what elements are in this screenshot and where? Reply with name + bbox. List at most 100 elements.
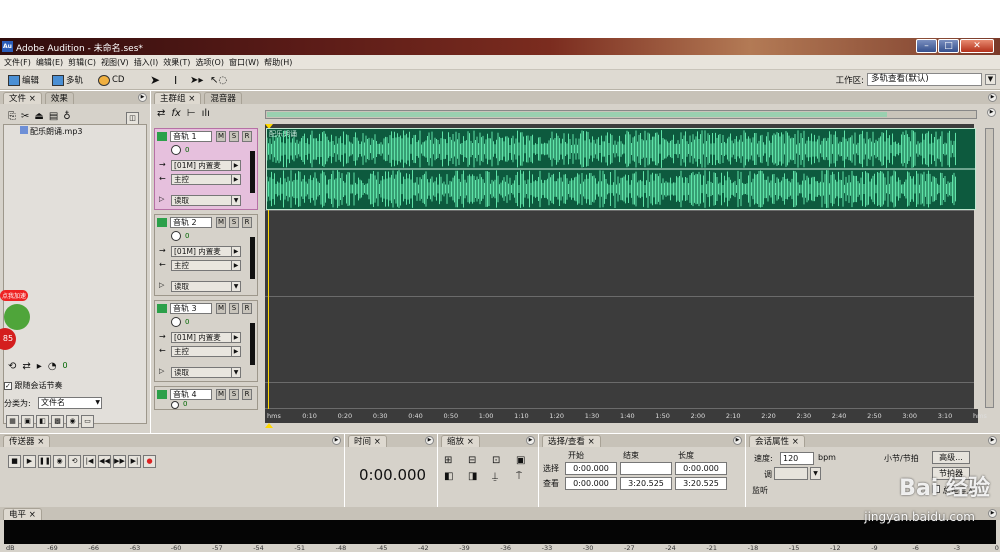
selection-end-field[interactable] — [620, 462, 672, 475]
view-start-field[interactable]: 0:00.000 — [565, 477, 617, 490]
track-output-select[interactable]: 主控 ▶ — [171, 346, 241, 357]
view-end-field[interactable]: 3:20.525 — [620, 477, 672, 490]
zoom-out-horizontal-icon[interactable]: ⊟ — [468, 455, 484, 466]
sort-select[interactable]: 文件名 ▼ — [38, 397, 102, 409]
track-header-1[interactable]: 音轨 1 M S R 0 → [01M] 内置麦 ▶ ← 主控 ▶ ▷ 读取 ▼ — [154, 128, 258, 210]
view-midi-icon[interactable]: ◉ — [66, 415, 79, 428]
volume-knob[interactable] — [171, 401, 179, 409]
tab-files[interactable]: 文件 × — [3, 92, 42, 104]
tab-level[interactable]: 电平 × — [3, 508, 42, 520]
zoom-out-vertical-icon[interactable]: ⍑ — [516, 471, 532, 482]
zoom-menu-icon[interactable]: ▶ — [987, 108, 996, 117]
view-video-icon[interactable]: ▩ — [51, 415, 64, 428]
tab-selection-view[interactable]: 选择/查看 × — [542, 435, 601, 447]
edit-file-icon[interactable]: ▤ — [49, 111, 58, 122]
file-item[interactable]: 配乐朗诵.mp3 — [4, 125, 146, 137]
play-icon[interactable]: ▸ — [37, 361, 42, 372]
tab-mixer[interactable]: 混音器 — [204, 92, 242, 104]
track-output-select[interactable]: 主控 ▶ — [171, 174, 241, 185]
rewind-icon[interactable]: ◀◀ — [98, 455, 111, 468]
tab-effects[interactable]: 效果 — [44, 92, 74, 104]
expand-icon[interactable]: ▷ — [159, 281, 164, 289]
record-button[interactable]: R — [242, 303, 252, 314]
move-tool[interactable]: ➤ — [150, 73, 160, 87]
expand-icon[interactable]: ▷ — [159, 195, 164, 203]
tempo-field[interactable]: 120 — [780, 452, 814, 465]
track-lane-4[interactable] — [265, 383, 974, 409]
zoom-left-icon[interactable]: ◧ — [444, 471, 460, 482]
zoom-in-vertical-icon[interactable]: ⍊ — [492, 471, 508, 482]
panel-menu-icon[interactable]: ▶ — [988, 509, 997, 518]
tab-session-properties[interactable]: 会话属性 × — [749, 435, 805, 447]
tab-time[interactable]: 时间 × — [348, 435, 387, 447]
track-input-select[interactable]: [01M] 内置麦 ▶ — [171, 246, 241, 257]
solo-button[interactable]: S — [229, 389, 239, 400]
horizontal-scroll-thumb[interactable] — [267, 112, 887, 117]
track-input-select[interactable]: [01M] 内置麦 ▶ — [171, 160, 241, 171]
solo-button[interactable]: S — [229, 217, 239, 228]
track-name-field[interactable]: 音轨 1 — [170, 131, 212, 142]
track-header-2[interactable]: 音轨 2 M S R 0 → [01M] 内置麦 ▶ ← 主控 ▶ ▷ 读取 ▼ — [154, 214, 258, 296]
close-file-icon[interactable]: ✂ — [21, 111, 29, 122]
minimize-button[interactable]: – — [916, 39, 937, 53]
track-output-select[interactable]: 主控 ▶ — [171, 260, 241, 271]
track-input-select[interactable]: [01M] 内置麦 ▶ — [171, 332, 241, 343]
tab-zoom[interactable]: 缩放 × — [441, 435, 480, 447]
panel-menu-icon[interactable]: ▶ — [526, 436, 535, 445]
time-selection-tool[interactable]: I — [174, 73, 177, 87]
zoom-selection-icon[interactable]: ▣ — [516, 455, 532, 466]
cd-view-button[interactable]: CD — [98, 73, 124, 87]
selection-length-field[interactable]: 0:00.000 — [675, 462, 727, 475]
track-header-4[interactable]: 音轨 4 M S R 0 — [154, 386, 258, 410]
loop-icon[interactable]: ⟲ — [68, 455, 81, 468]
track-automation-select[interactable]: 读取 ▼ — [171, 195, 241, 206]
tab-main-group[interactable]: 主群组 × — [154, 92, 202, 104]
selection-start-field[interactable]: 0:00.000 — [565, 462, 617, 475]
record-button[interactable]: R — [242, 217, 252, 228]
maximize-button[interactable]: □ — [938, 39, 959, 53]
stop-icon[interactable]: ■ — [8, 455, 21, 468]
track-header-3[interactable]: 音轨 3 M S R 0 → [01M] 内置麦 ▶ ← 主控 ▶ ▷ 读取 ▼ — [154, 300, 258, 382]
follow-tempo-checkbox[interactable]: ✓ — [4, 382, 12, 390]
expand-icon[interactable]: ▷ — [159, 367, 164, 375]
insert-icon[interactable]: ⏏ — [34, 111, 43, 122]
view-audio-icon[interactable]: ◧ — [36, 415, 49, 428]
volume-knob[interactable] — [171, 145, 181, 155]
menu-edit[interactable]: 编辑(E) — [36, 55, 68, 69]
menu-view[interactable]: 视图(V) — [101, 55, 134, 69]
zoom-full-icon[interactable]: ⊡ — [492, 455, 508, 466]
audio-clip[interactable]: 配乐朗诵 — [266, 128, 976, 210]
accelerator-sticker[interactable]: 点我加速 85 — [0, 290, 40, 360]
fast-forward-icon[interactable]: ▶▶ — [113, 455, 126, 468]
mute-button[interactable]: M — [216, 389, 226, 400]
close-button[interactable]: ✕ — [960, 39, 994, 53]
track-lane-3[interactable] — [265, 297, 974, 383]
play-from-cursor-icon[interactable]: ◉ — [53, 455, 66, 468]
vertical-scrollbar[interactable] — [985, 128, 994, 408]
mute-button[interactable]: M — [216, 217, 226, 228]
track-name-field[interactable]: 音轨 4 — [170, 389, 212, 400]
workspace-select[interactable]: 多轨查看(默认) — [867, 73, 982, 86]
zoom-right-icon[interactable]: ◨ — [468, 471, 484, 482]
volume-knob[interactable] — [171, 317, 181, 327]
autoplay-icon[interactable]: ♁ — [63, 111, 70, 122]
track-lane-2[interactable] — [265, 211, 974, 297]
horizontal-scrollbar[interactable] — [265, 110, 977, 119]
workspace-dropdown-icon[interactable]: ▼ — [985, 74, 996, 85]
mute-button[interactable]: M — [216, 131, 226, 142]
go-to-start-icon[interactable]: |◀ — [83, 455, 96, 468]
view-loop-icon[interactable]: ▭ — [81, 415, 94, 428]
menu-options[interactable]: 选项(O) — [195, 55, 229, 69]
advanced-button[interactable]: 高级... — [932, 451, 970, 464]
track-name-field[interactable]: 音轨 2 — [170, 217, 212, 228]
track-name-field[interactable]: 音轨 3 — [170, 303, 212, 314]
panel-menu-icon[interactable]: ▶ — [138, 93, 147, 102]
hybrid-tool[interactable]: ➤▸ — [190, 73, 203, 87]
chevron-down-icon[interactable]: ▼ — [810, 467, 821, 480]
loop-icon[interactable]: ⟲ — [8, 361, 16, 372]
send-icon[interactable]: ⊢ — [187, 108, 196, 119]
pause-icon[interactable]: ❚❚ — [38, 455, 51, 468]
menu-window[interactable]: 窗口(W) — [229, 55, 264, 69]
view-details-icon[interactable]: ▣ — [21, 415, 34, 428]
record-icon[interactable]: ● — [143, 455, 156, 468]
